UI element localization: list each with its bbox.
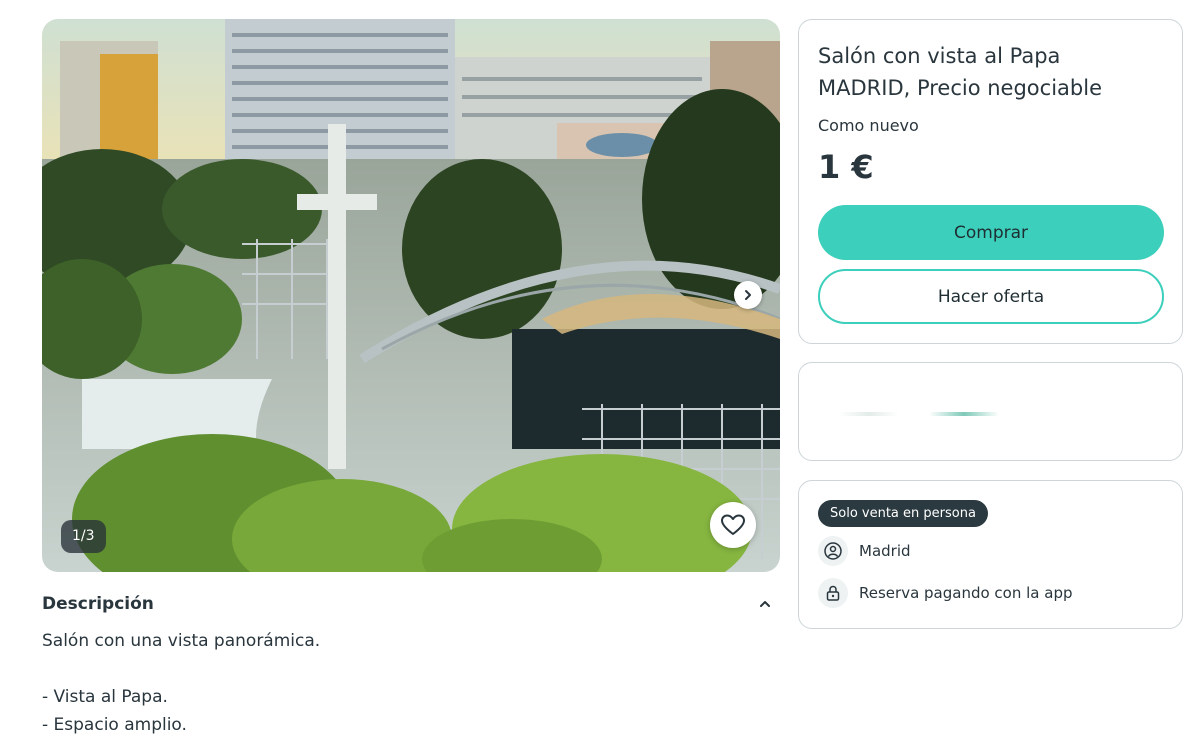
make-offer-button[interactable]: Hacer oferta [818, 269, 1164, 324]
location-text: Madrid [859, 542, 911, 560]
heart-outline-icon [721, 514, 745, 535]
in-person-badge: Solo venta en persona [818, 500, 988, 527]
product-page: 1/3 Descripción Salón con una vista pano… [0, 0, 1200, 752]
location-row: Madrid [818, 536, 911, 566]
product-summary-card: Salón con vista al Papa MADRID, Precio n… [798, 19, 1183, 344]
reserve-text: Reserva pagando con la app [859, 584, 1073, 602]
chevron-up-icon[interactable] [758, 597, 772, 611]
location-pin-icon [818, 536, 848, 566]
placeholder-card [798, 362, 1183, 461]
buy-button[interactable]: Comprar [818, 205, 1164, 260]
product-title: Salón con vista al Papa MADRID, Precio n… [818, 44, 1102, 100]
product-photo [42, 19, 780, 572]
product-condition: Como nuevo [818, 116, 919, 135]
reserve-row: Reserva pagando con la app [818, 578, 1073, 608]
chevron-right-icon [745, 290, 751, 300]
loading-stroke [839, 412, 899, 416]
description-text: Salón con una vista panorámica. - Vista … [42, 631, 321, 735]
description-title: Descripción [42, 594, 154, 614]
next-photo-button[interactable] [734, 281, 762, 309]
product-price: 1 € [818, 148, 874, 186]
delivery-info-card: Solo venta en persona Madrid Reserva pag… [798, 480, 1183, 629]
favorite-button[interactable] [710, 502, 756, 548]
description-header[interactable]: Descripción [42, 591, 780, 617]
loading-stroke [929, 412, 999, 416]
photo-counter: 1/3 [61, 520, 106, 553]
lock-icon [818, 578, 848, 608]
photo-gallery[interactable]: 1/3 [42, 19, 780, 572]
